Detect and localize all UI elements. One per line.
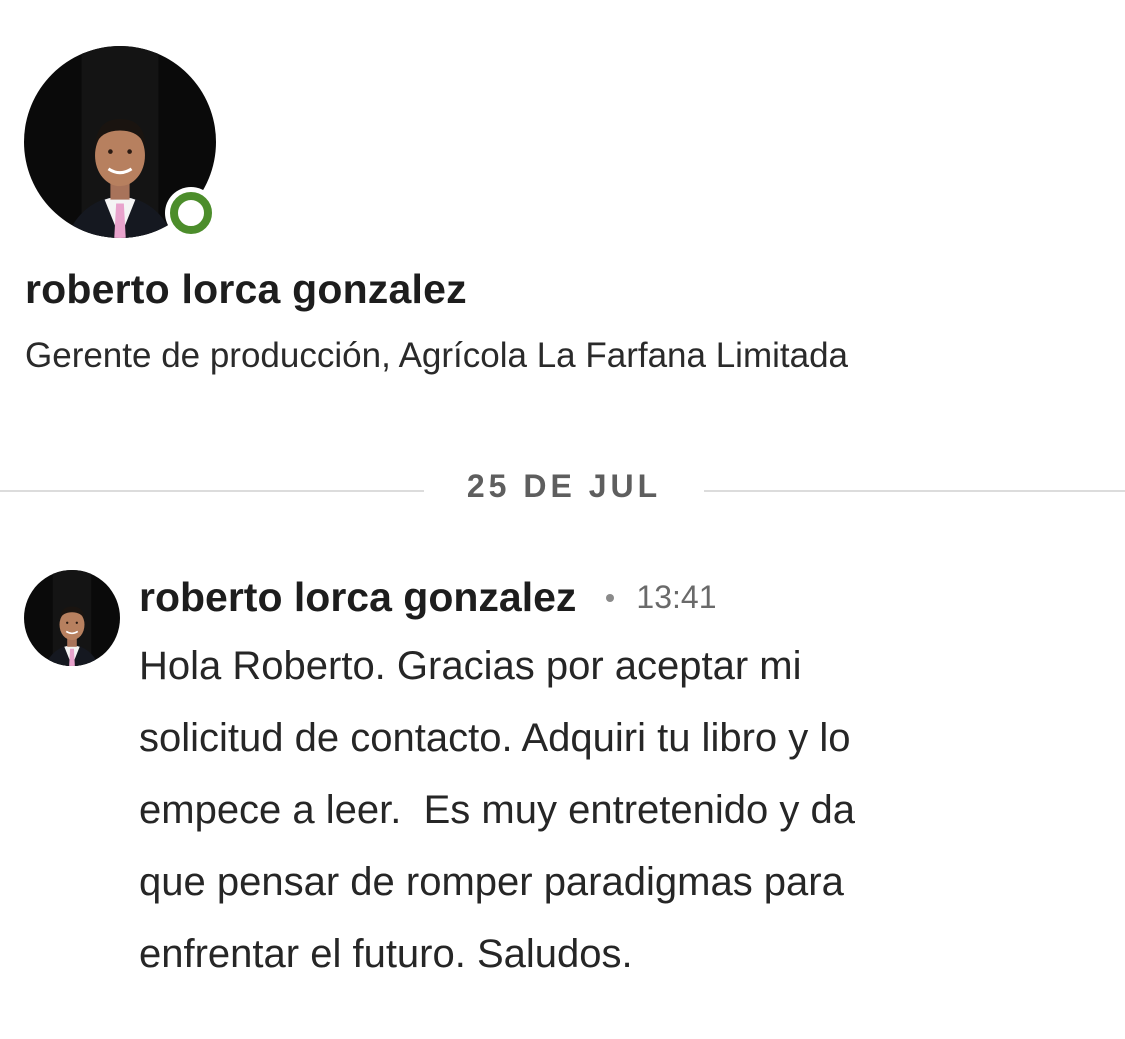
- person-photo-icon: [24, 570, 120, 666]
- message-timestamp: 13:41: [636, 579, 717, 615]
- message-line: Hola Roberto. Gracias por aceptar mi: [139, 644, 802, 688]
- message-sender-avatar[interactable]: [24, 570, 120, 666]
- message-line: empece a leer. Es muy entretenido y da: [139, 788, 855, 832]
- message-body: Hola Roberto. Gracias por aceptar mi sol…: [139, 630, 1099, 990]
- profile-headline: Gerente de producción, Agrícola La Farfa…: [25, 336, 848, 375]
- divider-line-left: [0, 490, 424, 492]
- message-line: que pensar de romper paradigmas para: [139, 860, 844, 904]
- profile-name[interactable]: roberto lorca gonzalez: [25, 266, 467, 313]
- message-sender-name[interactable]: roberto lorca gonzalez: [139, 574, 576, 621]
- date-divider: 25 DE JUL: [0, 466, 1125, 516]
- message-line: solicitud de contacto. Adquiri tu libro …: [139, 716, 851, 760]
- divider-line-right: [704, 490, 1125, 492]
- separator-dot-icon: [606, 593, 615, 602]
- date-label: 25 DE JUL: [466, 468, 662, 504]
- presence-ring: [170, 192, 212, 234]
- message-line: enfrentar el futuro. Saludos.: [139, 932, 633, 976]
- online-status-icon: [165, 187, 217, 239]
- message-header: roberto lorca gonzalez 13:41: [139, 574, 717, 621]
